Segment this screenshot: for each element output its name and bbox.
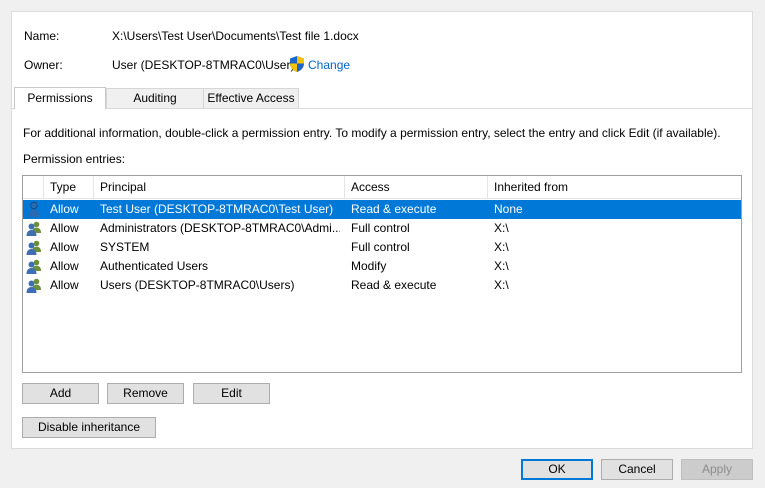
edit-button[interactable]: Edit [193, 383, 270, 404]
permissions-dialog-panel: Name: X:\Users\Test User\Documents\Test … [11, 11, 753, 449]
name-label: Name: [24, 29, 60, 43]
change-owner-link[interactable]: Change [308, 58, 350, 72]
table-row[interactable]: Allow Administrators (DESKTOP-8TMRAC0\Adm… [23, 219, 741, 238]
entry-type: Allow [50, 202, 79, 216]
permission-entries-list[interactable]: Type Principal Access Inherited from All… [22, 175, 742, 373]
uac-shield-icon [289, 55, 305, 73]
entry-inherited-from: None [494, 202, 523, 216]
add-button[interactable]: Add [22, 383, 99, 404]
entry-principal: Administrators (DESKTOP-8TMRAC0\Admi... [100, 221, 340, 235]
entry-access: Full control [351, 240, 410, 254]
entry-access: Full control [351, 221, 410, 235]
remove-button[interactable]: Remove [107, 383, 184, 404]
entry-access: Read & execute [351, 278, 437, 292]
entry-principal: SYSTEM [100, 240, 150, 254]
name-value: X:\Users\Test User\Documents\Test file 1… [112, 29, 359, 43]
permission-entries-label: Permission entries: [23, 152, 126, 166]
entry-inherited-from: X:\ [494, 278, 509, 292]
entry-principal: Test User (DESKTOP-8TMRAC0\Test User) [100, 202, 334, 216]
entry-type: Allow [50, 259, 79, 273]
tab-strip-line [12, 108, 752, 109]
table-row[interactable]: Allow Test User (DESKTOP-8TMRAC0\Test Use… [23, 200, 741, 219]
user-group-icon [26, 258, 42, 275]
table-row[interactable]: Allow Authenticated Users Modify X:\ [23, 257, 741, 276]
owner-value: User (DESKTOP-8TMRAC0\User) [112, 58, 295, 72]
instructions-text: For additional information, double-click… [23, 126, 721, 140]
column-header-type[interactable]: Type [44, 176, 94, 198]
column-header-access[interactable]: Access [345, 176, 488, 198]
entry-principal: Users (DESKTOP-8TMRAC0\Users) [100, 278, 295, 292]
column-header-principal[interactable]: Principal [94, 176, 345, 198]
tab-auditing[interactable]: Auditing [106, 88, 204, 108]
list-header: Type Principal Access Inherited from [23, 176, 741, 199]
single-user-icon [26, 201, 42, 218]
apply-button[interactable]: Apply [681, 459, 753, 480]
entry-principal: Authenticated Users [100, 259, 209, 273]
table-row[interactable]: Allow Users (DESKTOP-8TMRAC0\Users) Read &… [23, 276, 741, 295]
entry-inherited-from: X:\ [494, 221, 509, 235]
tab-effective-access[interactable]: Effective Access [203, 88, 299, 108]
entry-type: Allow [50, 278, 79, 292]
disable-inheritance-button[interactable]: Disable inheritance [22, 417, 156, 438]
entry-type: Allow [50, 221, 79, 235]
user-group-icon [26, 277, 42, 294]
cancel-button[interactable]: Cancel [601, 459, 673, 480]
table-row[interactable]: Allow SYSTEM Full control X:\ [23, 238, 741, 257]
column-header-icon[interactable] [23, 176, 44, 198]
entry-access: Read & execute [351, 202, 437, 216]
user-group-icon [26, 239, 42, 256]
entry-type: Allow [50, 240, 79, 254]
owner-label: Owner: [24, 58, 63, 72]
entry-access: Modify [351, 259, 387, 273]
column-header-inherited-from[interactable]: Inherited from [488, 176, 741, 198]
user-group-icon [26, 220, 42, 237]
tab-permissions[interactable]: Permissions [14, 87, 106, 109]
entry-inherited-from: X:\ [494, 240, 509, 254]
entry-inherited-from: X:\ [494, 259, 509, 273]
ok-button[interactable]: OK [521, 459, 593, 480]
